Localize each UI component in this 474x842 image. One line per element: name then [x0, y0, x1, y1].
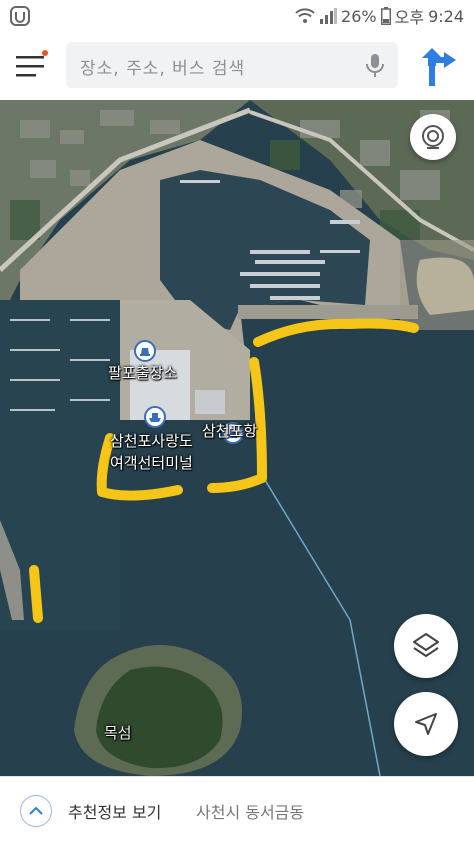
recommend-title[interactable]: 추천정보 보기	[68, 799, 161, 823]
port-label[interactable]: 삼천포항	[202, 420, 257, 441]
chevron-up-icon	[29, 806, 43, 815]
bottom-sheet-handle[interactable]: 추천정보 보기 사천시 동서금동	[0, 776, 474, 842]
police-marker[interactable]	[134, 340, 156, 362]
search-header: 장소, 주소, 버스 검색	[0, 32, 474, 100]
signal-icon	[320, 8, 338, 24]
directions-icon[interactable]	[418, 44, 458, 88]
terminal-label-line2[interactable]: 여객선터미널	[110, 452, 193, 473]
expand-button[interactable]	[20, 795, 52, 827]
status-bar: 26% 오후 9:24	[0, 0, 474, 32]
search-input[interactable]: 장소, 주소, 버스 검색	[66, 42, 398, 88]
camera-icon	[422, 125, 444, 149]
battery-icon	[380, 7, 391, 25]
time-ampm: 오후	[394, 8, 425, 27]
status-indicators: 26% 오후 9:24	[295, 6, 464, 27]
ferry-icon	[149, 413, 161, 422]
location-arrow-icon	[415, 713, 437, 735]
wifi-icon	[295, 8, 315, 23]
layers-icon	[413, 633, 439, 657]
current-area: 사천시 동서금동	[196, 803, 305, 822]
notification-dot	[42, 50, 48, 56]
terminal-label-line1[interactable]: 삼천포사랑도	[110, 430, 193, 451]
layers-button[interactable]	[394, 614, 458, 678]
police-label[interactable]: 팔포출장소	[108, 362, 177, 383]
menu-icon[interactable]	[16, 52, 46, 80]
street-view-button[interactable]	[410, 114, 456, 160]
satellite-map[interactable]: 팔포출장소 삼천포사랑도 여객선터미널 삼천포항 목섬	[0, 100, 474, 776]
battery-percent: 26%	[341, 6, 377, 26]
police-icon	[140, 348, 150, 356]
island-label[interactable]: 목섬	[104, 722, 132, 743]
terminal-marker[interactable]	[144, 406, 166, 428]
mic-icon[interactable]	[362, 52, 388, 78]
app-notification-icon	[10, 6, 30, 26]
search-placeholder: 장소, 주소, 버스 검색	[80, 59, 246, 79]
current-location-button[interactable]	[394, 692, 458, 756]
time: 9:24	[428, 6, 464, 26]
